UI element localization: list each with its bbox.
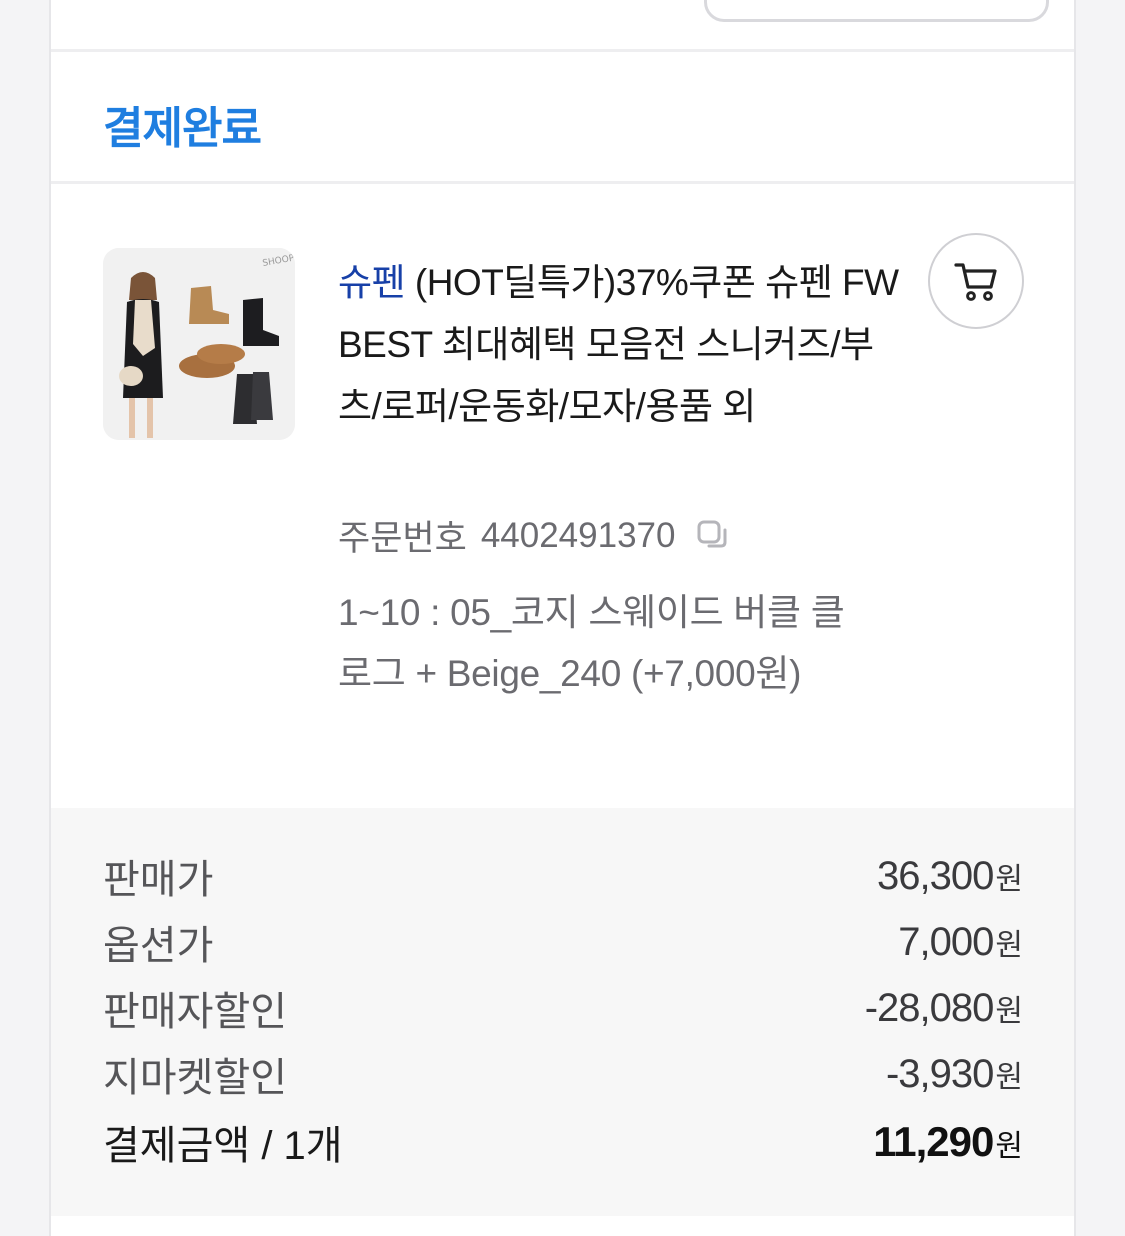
row-label: 결제금액 / 1개 xyxy=(103,1124,343,1168)
selected-option: 1~10 : 05_코지 스웨이드 버클 클로그 + Beige_240 (+7… xyxy=(338,592,845,694)
copy-icon[interactable] xyxy=(697,520,729,552)
seller-discount-row: 판매자할인 -28,080원 xyxy=(103,978,1023,1038)
order-card: 결제완료 SHOOPEN 슈펜 (HOT딜특가)37%쿠폰 슈펜 FW BEST… xyxy=(49,0,1076,1236)
row-value: -28,080원 xyxy=(864,985,1023,1030)
product-title[interactable]: 슈펜 (HOT딜특가)37%쿠폰 슈펜 FW BEST 최대혜택 모음전 스니커… xyxy=(338,252,903,438)
order-number-label: 주문번호 xyxy=(338,519,467,558)
divider xyxy=(51,49,1074,52)
order-status: 결제완료 xyxy=(103,104,262,153)
payment-total-row: 결제금액 / 1개 11,290원 xyxy=(103,1112,1023,1172)
price-summary: 판매가 36,300원 옵션가 7,000원 판매자할인 -28,080원 지마… xyxy=(51,808,1074,1216)
row-value: 36,300원 xyxy=(877,853,1023,898)
top-action-button[interactable] xyxy=(704,0,1049,22)
row-value: 11,290원 xyxy=(873,1118,1023,1165)
row-label: 옵션가 xyxy=(103,924,214,968)
row-value: 7,000원 xyxy=(898,919,1023,964)
sale-price-row: 판매가 36,300원 xyxy=(103,846,1023,906)
row-label: 판매자할인 xyxy=(103,990,287,1034)
order-number-row: 주문번호 4402491370 xyxy=(338,510,729,561)
option-price-row: 옵션가 7,000원 xyxy=(103,912,1023,972)
row-label: 판매가 xyxy=(103,858,214,902)
product-thumbnail[interactable]: SHOOPEN xyxy=(103,248,295,440)
gmarket-discount-row: 지마켓할인 -3,930원 xyxy=(103,1044,1023,1104)
add-to-cart-button[interactable] xyxy=(928,233,1024,329)
divider xyxy=(51,181,1074,184)
order-number-value: 4402491370 xyxy=(480,515,676,555)
product-title-text: (HOT딜특가)37%쿠폰 슈펜 FW BEST 최대혜택 모음전 스니커즈/부… xyxy=(338,262,899,427)
product-image: SHOOPEN xyxy=(103,248,295,440)
row-label: 지마켓할인 xyxy=(103,1056,287,1100)
cart-icon xyxy=(954,263,997,301)
row-value: -3,930원 xyxy=(885,1051,1023,1096)
brand-link[interactable]: 슈펜 xyxy=(338,262,406,303)
